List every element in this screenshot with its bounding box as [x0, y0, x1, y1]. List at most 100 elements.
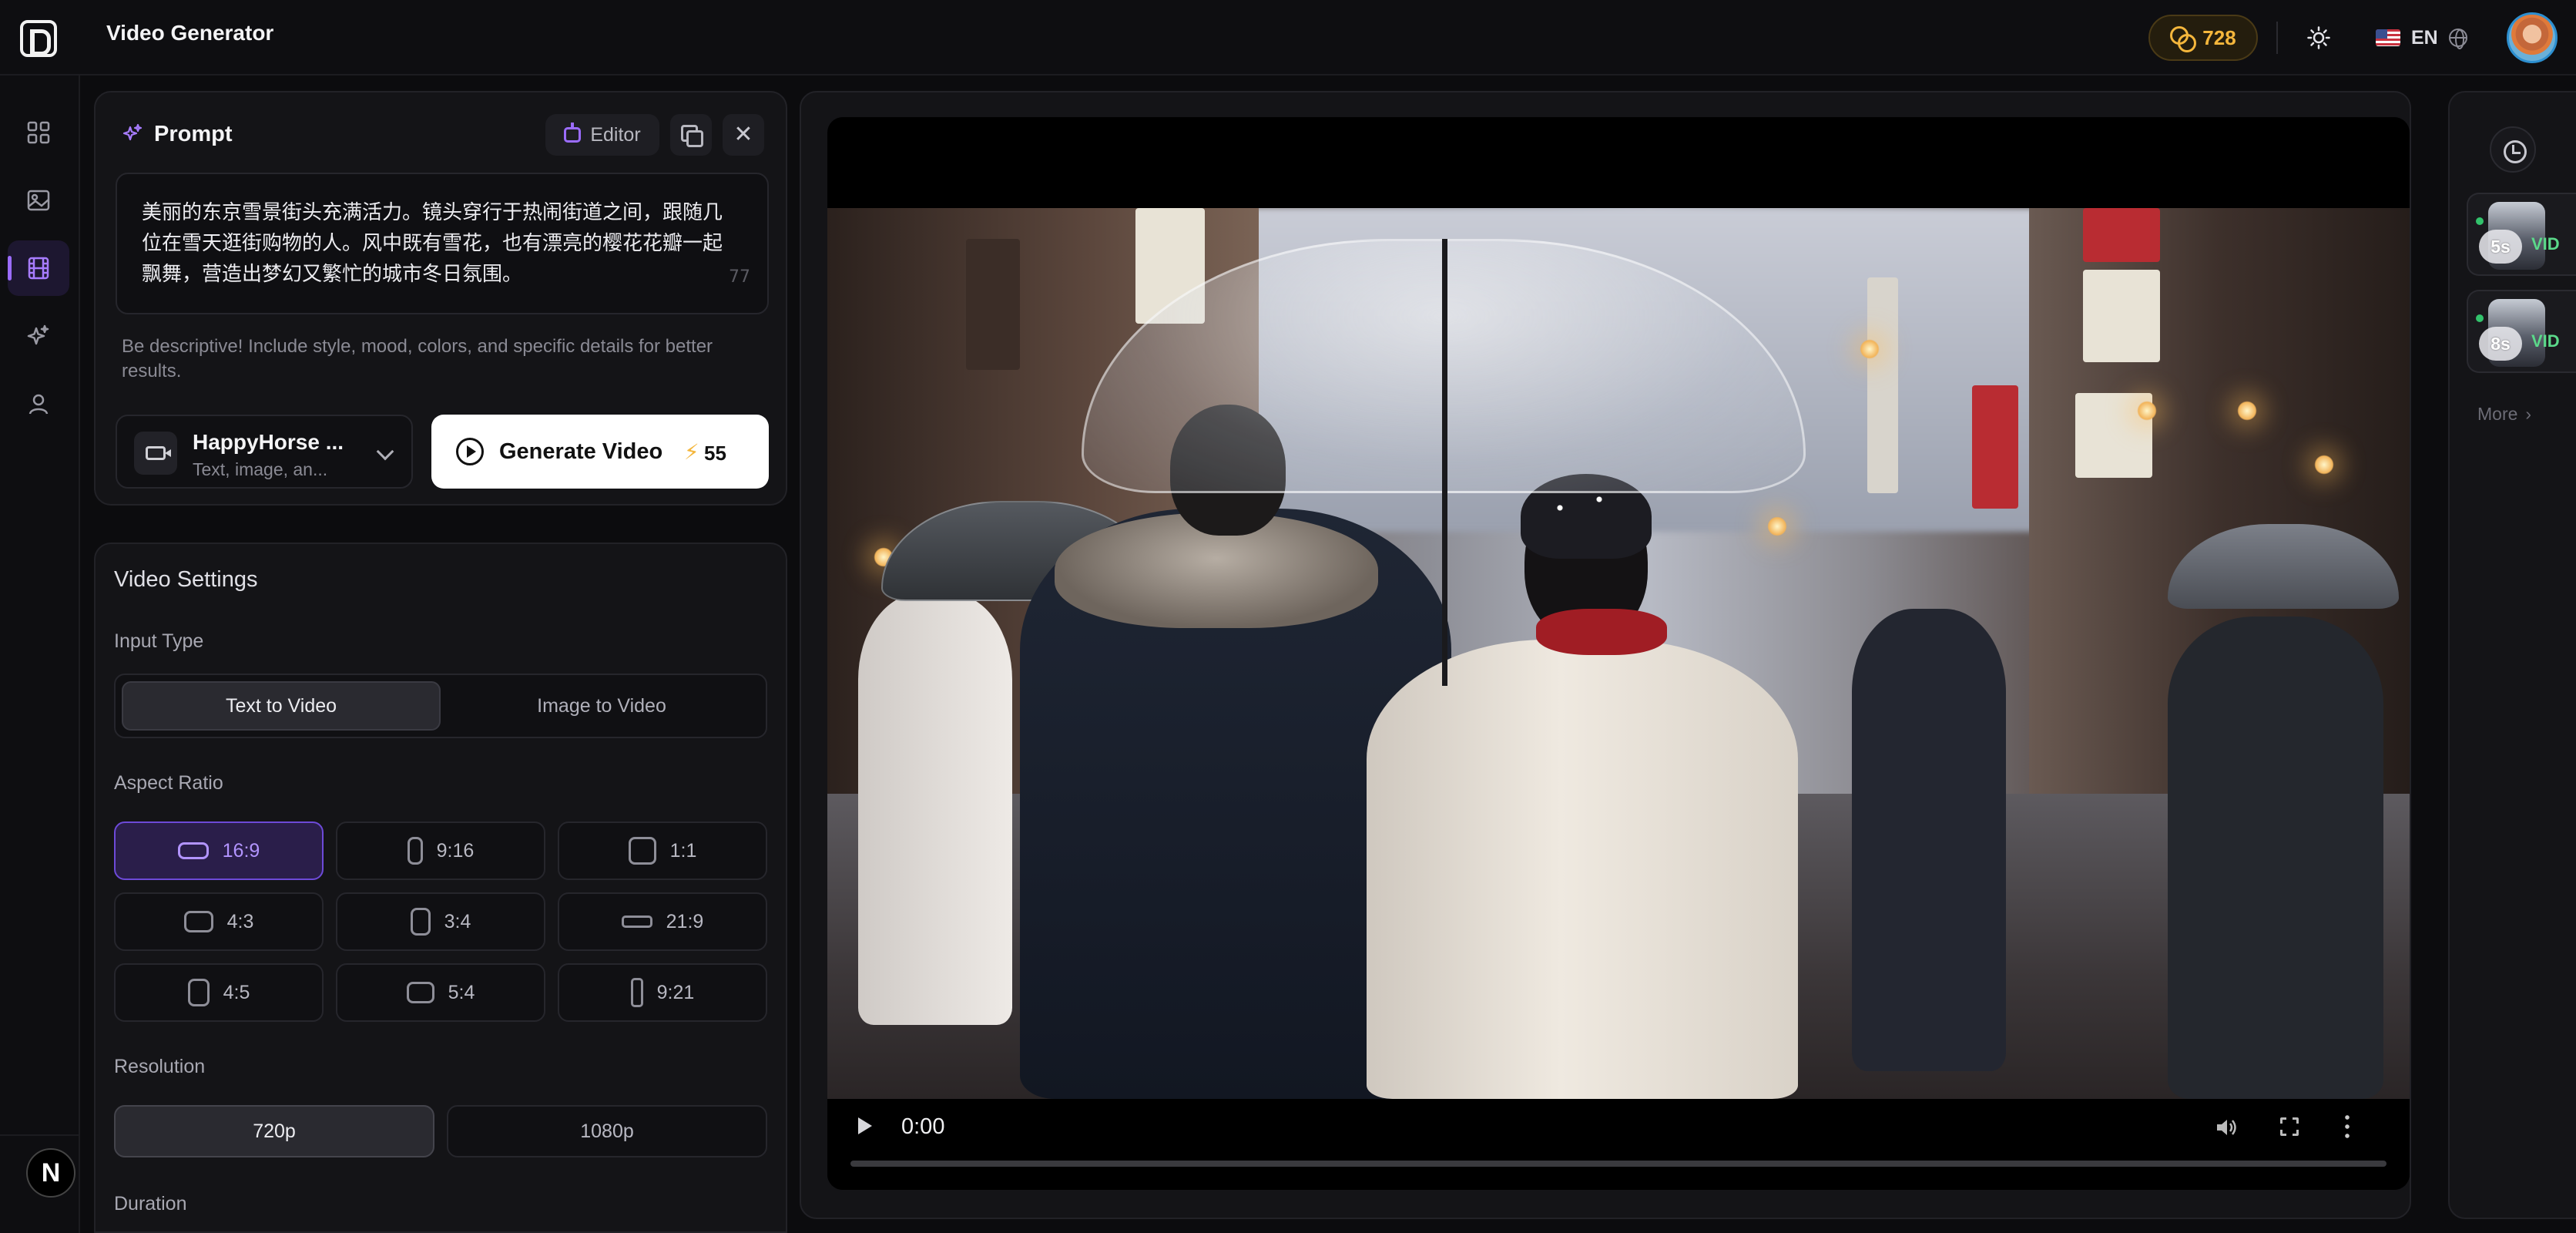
- left-nav: N: [0, 76, 80, 1233]
- prompt-title: Prompt: [154, 122, 233, 146]
- editor-button[interactable]: Editor: [545, 114, 659, 156]
- nav-divider: [0, 1134, 79, 1136]
- image-icon: [27, 190, 50, 211]
- more-vertical-icon[interactable]: [2345, 1113, 2350, 1141]
- resolution-720p-button[interactable]: 720p: [114, 1105, 434, 1157]
- play-circle-icon: [456, 438, 484, 465]
- aspect-shape-icon: [187, 979, 210, 1006]
- bolt-icon: ⚡: [684, 440, 699, 464]
- credits-badge[interactable]: 728: [2148, 15, 2258, 61]
- generate-video-button[interactable]: Generate Video ⚡ 55: [431, 415, 769, 489]
- chevron-right-icon: ›: [2525, 404, 2532, 424]
- play-icon[interactable]: [858, 1117, 872, 1134]
- us-flag-icon: [2376, 29, 2400, 46]
- input-type-toggle: Text to Video Image to Video: [114, 674, 767, 738]
- n-badge[interactable]: N: [26, 1148, 75, 1198]
- aspect-5-4-button[interactable]: 5:4: [336, 963, 545, 1022]
- app-title: Video Generator: [106, 21, 274, 45]
- more-link[interactable]: More ›: [2477, 404, 2531, 425]
- history-panel: 5s VID 8s VID More ›: [2448, 91, 2576, 1219]
- nav-video[interactable]: [8, 240, 69, 296]
- aspect-9-21-button[interactable]: 9:21: [558, 963, 767, 1022]
- aspect-ratio-label: Aspect Ratio: [114, 772, 223, 794]
- aspect-label: 16:9: [222, 839, 260, 862]
- aspect-shape-icon: [407, 837, 423, 865]
- more-label: More: [2477, 404, 2518, 424]
- history-clock-icon[interactable]: [2490, 126, 2536, 173]
- aspect-4-3-button[interactable]: 4:3: [114, 892, 324, 951]
- video-camera-icon: [146, 446, 171, 460]
- history-item[interactable]: 8s VID: [2467, 290, 2576, 373]
- top-bar: Video Generator 728 EN: [0, 0, 2576, 76]
- duration-label: Duration: [114, 1193, 187, 1215]
- coin-icon: [2170, 26, 2197, 52]
- header-divider: [2276, 22, 2278, 54]
- prompt-textarea[interactable]: 美丽的东京雪景街头充满活力。镜头穿行于热闹街道之间，跟随几位在雪天逛街购物的人。…: [116, 173, 769, 314]
- status-dot: [2476, 314, 2484, 322]
- char-count: 77: [729, 267, 750, 287]
- copy-icon: [681, 125, 703, 147]
- status-dot: [2476, 217, 2484, 225]
- close-icon: ✕: [733, 122, 753, 147]
- language-selector[interactable]: EN: [2376, 23, 2467, 52]
- sparkle-icon: [122, 123, 143, 141]
- model-select[interactable]: HappyHorse ... Text, image, an...: [116, 415, 413, 489]
- video-frame-image: [827, 208, 2410, 1099]
- app-logo-icon[interactable]: [20, 20, 57, 57]
- model-subtitle: Text, image, an...: [193, 459, 328, 479]
- history-duration: 5s: [2479, 230, 2522, 264]
- prompt-text: 美丽的东京雪景街头充满活力。镜头穿行于热闹街道之间，跟随几位在雪天逛街购物的人。…: [142, 201, 723, 286]
- sun-icon[interactable]: [2307, 26, 2330, 49]
- aspect-1-1-button[interactable]: 1:1: [558, 821, 767, 880]
- sparkle-icon: [27, 324, 49, 345]
- input-type-image-to-video[interactable]: Image to Video: [442, 681, 761, 731]
- video-preview-panel: 0:00: [800, 91, 2411, 1219]
- user-avatar[interactable]: [2507, 12, 2558, 63]
- editor-label: Editor: [590, 123, 641, 146]
- nav-profile[interactable]: [8, 376, 69, 432]
- aspect-shape-icon: [410, 908, 431, 936]
- history-tag: VID: [2531, 234, 2560, 254]
- history-item[interactable]: 5s VID: [2467, 193, 2576, 276]
- aspect-label: 9:16: [436, 839, 475, 862]
- video-settings-panel: Video Settings Input Type Text to Video …: [94, 543, 787, 1233]
- aspect-shape-icon: [630, 978, 643, 1007]
- resolution-1080p-button[interactable]: 1080p: [447, 1105, 767, 1157]
- aspect-21-9-button[interactable]: 21:9: [558, 892, 767, 951]
- aspect-3-4-button[interactable]: 3:4: [336, 892, 545, 951]
- chevron-down-icon: [376, 442, 394, 461]
- aspect-shape-icon: [183, 911, 213, 932]
- copy-button[interactable]: [670, 114, 712, 156]
- video-progress-bar[interactable]: [850, 1161, 2386, 1167]
- video-controls: 0:00: [827, 1099, 2410, 1190]
- input-type-text-to-video[interactable]: Text to Video: [122, 681, 441, 731]
- aspect-shape-icon: [406, 982, 434, 1003]
- fullscreen-icon[interactable]: [2279, 1117, 2299, 1137]
- volume-icon[interactable]: [2214, 1116, 2237, 1139]
- model-icon-box: [134, 432, 177, 475]
- close-button[interactable]: ✕: [723, 114, 764, 156]
- aspect-9-16-button[interactable]: 9:16: [336, 821, 545, 880]
- aspect-4-5-button[interactable]: 4:5: [114, 963, 324, 1022]
- credits-count: 728: [2202, 25, 2236, 49]
- prompt-panel: Prompt Editor ✕ 美丽的东京雪景街头充满活力。镜头穿行于热闹街道之…: [94, 91, 787, 506]
- user-icon: [29, 394, 49, 415]
- nav-image[interactable]: [8, 173, 69, 228]
- nav-effects[interactable]: [8, 308, 69, 364]
- prompt-hint: Be descriptive! Include style, mood, col…: [122, 336, 713, 381]
- aspect-label: 9:21: [656, 981, 695, 1003]
- film-icon: [28, 257, 49, 280]
- aspect-label: 21:9: [666, 910, 704, 932]
- input-type-label: Input Type: [114, 630, 204, 652]
- aspect-shape-icon: [177, 842, 209, 859]
- aspect-label: 1:1: [669, 839, 697, 862]
- video-time: 0:00: [901, 1114, 945, 1139]
- grid-icon: [27, 121, 50, 144]
- generate-cost: 55: [704, 442, 726, 465]
- aspect-16-9-button[interactable]: 16:9: [114, 821, 324, 880]
- video-player[interactable]: 0:00: [827, 117, 2410, 1190]
- nav-dashboard[interactable]: [8, 105, 69, 160]
- aspect-shape-icon: [621, 916, 652, 928]
- generate-label: Generate Video: [499, 439, 663, 464]
- settings-title: Video Settings: [114, 567, 258, 592]
